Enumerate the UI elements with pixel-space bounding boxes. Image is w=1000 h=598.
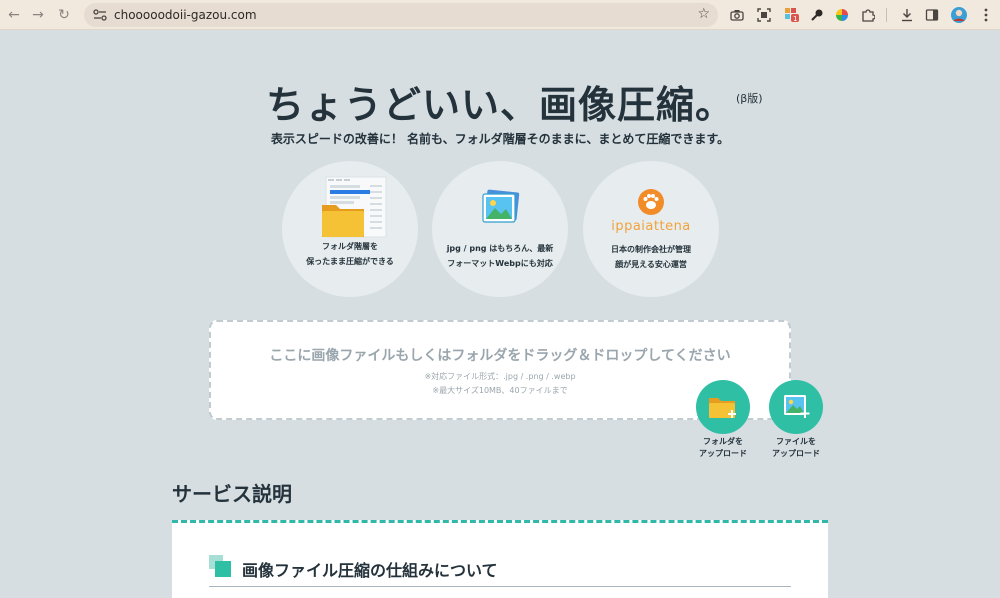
feature-caption-line: フォーマットWebpにも対応 <box>447 259 553 268</box>
service-description-card: 画像ファイル圧縮の仕組みについて <box>172 520 828 598</box>
card-title: 画像ファイル圧縮の仕組みについて <box>242 561 498 580</box>
extensions-puzzle-icon[interactable] <box>858 5 878 25</box>
dropzone-format-note: ※対応ファイル形式：.jpg / .png / .webp <box>424 372 576 381</box>
file-upload-label[interactable]: ファイルを アップロード <box>756 436 836 460</box>
extension-badge-count: 1 <box>793 15 798 23</box>
feature-caption-line: フォルダ階層を <box>322 242 378 251</box>
menu-kebab-icon[interactable] <box>976 5 996 25</box>
company-brand-logo: ippaiattena <box>611 219 691 234</box>
page-title: ちょうどいい、画像圧縮。 (β版) <box>0 74 1000 129</box>
folder-upload-label-line: フォルダを <box>703 437 743 446</box>
url-text: chooooodoii-gazou.com <box>114 8 257 22</box>
forward-arrow-icon: → <box>32 7 44 23</box>
image-file-icon <box>482 189 520 223</box>
camera-icon[interactable] <box>727 5 747 25</box>
feature-caption-line: 顔が見える安心運営 <box>615 260 687 269</box>
feature-formats: jpg / png はもちろん、最新 フォーマットWebpにも対応 <box>432 161 568 297</box>
toolbar-divider <box>886 8 887 22</box>
folder-tree-illustration-icon <box>322 176 387 238</box>
section-squares-icon <box>209 555 231 577</box>
back-arrow-icon: ← <box>8 7 20 23</box>
site-settings-icon[interactable] <box>92 7 108 23</box>
browser-toolbar: ← → ↻ chooooodoii-gazou.com ☆ 1 <box>0 0 1000 30</box>
section-heading: サービス説明 <box>172 482 292 506</box>
feature-caption-line: 保ったまま圧縮ができる <box>306 257 394 266</box>
feature-caption: 日本の制作会社が管理 顔が見える安心運営 <box>583 242 719 272</box>
folder-upload-icon <box>709 398 736 418</box>
profile-avatar-icon[interactable] <box>949 5 969 25</box>
feature-caption: jpg / png はもちろん、最新 フォーマットWebpにも対応 <box>432 241 568 271</box>
feature-caption-line: 日本の制作会社が管理 <box>611 245 691 254</box>
address-bar[interactable]: chooooodoii-gazou.com ☆ <box>84 3 718 27</box>
download-icon[interactable] <box>897 5 917 25</box>
back-button[interactable]: ← <box>4 5 24 25</box>
file-upload-label-line: ファイルを <box>776 437 816 446</box>
feature-company: ippaiattena 日本の制作会社が管理 顔が見える安心運営 <box>583 161 719 297</box>
eyedropper-icon[interactable] <box>807 5 827 25</box>
file-upload-button[interactable] <box>769 380 823 434</box>
forward-button[interactable]: → <box>28 5 48 25</box>
extension-badge-icon[interactable]: 1 <box>782 5 802 25</box>
feature-caption: フォルダ階層を 保ったまま圧縮ができる <box>282 239 418 269</box>
file-upload-label-line: アップロード <box>772 449 820 458</box>
paw-logo-icon <box>638 189 664 215</box>
reload-icon: ↻ <box>58 7 70 23</box>
feature-folder-structure: フォルダ階層を 保ったまま圧縮ができる <box>282 161 418 297</box>
reload-button[interactable]: ↻ <box>54 5 74 25</box>
image-upload-icon <box>784 395 810 418</box>
folder-upload-button[interactable] <box>696 380 750 434</box>
feature-caption-line: jpg / png はもちろん、最新 <box>446 244 554 253</box>
side-panel-icon[interactable] <box>922 5 942 25</box>
page-title-text: ちょうどいい、画像圧縮。 <box>265 83 734 127</box>
card-divider <box>209 586 791 587</box>
screenshot-icon[interactable] <box>754 5 774 25</box>
dropzone-instruction: ここに画像ファイルもしくはフォルダをドラッグ＆ドロップしてください <box>269 348 731 364</box>
folder-upload-label[interactable]: フォルダを アップロード <box>683 436 763 460</box>
color-wheel-icon[interactable] <box>832 5 852 25</box>
folder-upload-label-line: アップロード <box>699 449 747 458</box>
bookmark-star-icon[interactable]: ☆ <box>697 6 710 22</box>
beta-label: (β版) <box>736 92 763 105</box>
page-subtitle: 表示スピードの改善に！ 名前も、フォルダ階層そのままに、まとめて圧縮できます。 <box>270 132 730 146</box>
